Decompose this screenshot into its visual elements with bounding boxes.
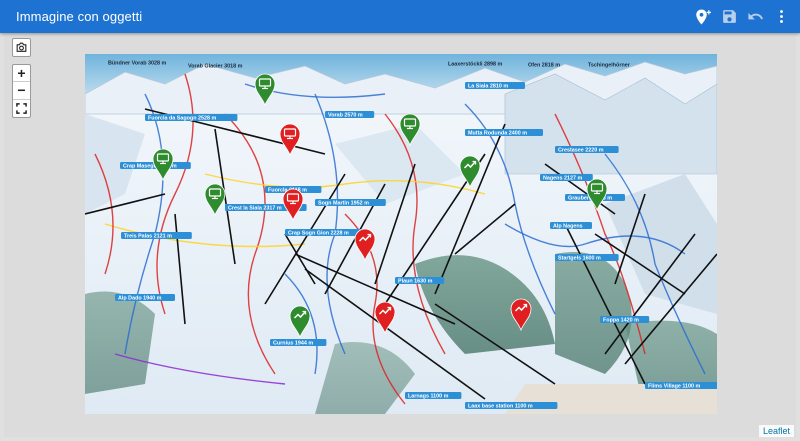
- more-vert-icon[interactable]: [770, 6, 792, 28]
- map-label: Plaun 1630 m: [395, 277, 445, 285]
- map-label: Fuorcla da Sagogn 2528 m: [145, 114, 238, 122]
- app-bar: Immagine con oggetti: [0, 0, 800, 33]
- svg-text:Crest la Siala 2317 m: Crest la Siala 2317 m: [228, 206, 282, 212]
- svg-text:Treis Palas 2121 m: Treis Palas 2121 m: [124, 234, 172, 240]
- undo-icon[interactable]: [744, 6, 766, 28]
- svg-text:Plaun 1630 m: Plaun 1630 m: [398, 279, 433, 285]
- svg-text:Larnags 1100 m: Larnags 1100 m: [408, 394, 449, 400]
- map-label: Laaxerstöckli 2898 m: [448, 62, 502, 68]
- map-label: Curnius 1944 m: [270, 339, 327, 347]
- svg-text:Fuorcla da Sagogn 2528 m: Fuorcla da Sagogn 2528 m: [148, 116, 217, 122]
- map-attribution[interactable]: Leaflet: [758, 425, 794, 437]
- save-icon[interactable]: [718, 6, 740, 28]
- map-label: Crestasee 2220 m: [555, 146, 619, 154]
- add-location-icon[interactable]: [692, 6, 714, 28]
- fullscreen-icon: [16, 102, 27, 114]
- svg-text:Curnius 1944 m: Curnius 1944 m: [273, 341, 313, 347]
- map-label: Alp Nagens: [550, 222, 592, 230]
- map-label: Ofen 2818 m: [528, 63, 560, 69]
- svg-text:Bündner Vorab 3028 m: Bündner Vorab 3028 m: [108, 61, 167, 67]
- map-label: Mutta Rodunda 2400 m: [465, 129, 543, 137]
- svg-text:Ofen 2818 m: Ofen 2818 m: [528, 63, 560, 69]
- map-label: Foppa 1420 m: [600, 316, 650, 324]
- zoom-out-button[interactable]: −: [13, 82, 30, 100]
- svg-text:Crap Sogn Gion 2228 m: Crap Sogn Gion 2228 m: [288, 231, 349, 237]
- svg-text:Startgels 1600 m: Startgels 1600 m: [558, 256, 601, 262]
- svg-text:Foppa 1420 m: Foppa 1420 m: [603, 318, 639, 324]
- svg-text:Tschingelhörner: Tschingelhörner: [588, 63, 631, 69]
- ski-map-illustration: Bündner Vorab 3028 m Vorab Glacier 3018 m…: [85, 54, 717, 414]
- map-label: La Siala 2810 m: [465, 82, 525, 90]
- svg-text:La Siala 2810 m: La Siala 2810 m: [468, 84, 508, 90]
- fullscreen-button[interactable]: [13, 100, 30, 117]
- map-label: Crap Sogn Gion 2228 m: [285, 229, 367, 237]
- map-label: Treis Palas 2121 m: [121, 232, 192, 240]
- svg-text:Crestasee 2220 m: Crestasee 2220 m: [558, 148, 604, 154]
- map-label: Flims Village 1100 m: [645, 382, 717, 390]
- camera-icon: [16, 42, 27, 52]
- map-label: Vorab 2570 m: [325, 111, 375, 119]
- svg-text:Mutta Rodunda 2400 m: Mutta Rodunda 2400 m: [468, 131, 527, 137]
- map-label: Startgels 1600 m: [555, 254, 619, 262]
- svg-text:Laax base station 1100 m: Laax base station 1100 m: [468, 404, 533, 410]
- zoom-in-button[interactable]: +: [13, 65, 30, 83]
- svg-text:Alp Dado 1940 m: Alp Dado 1940 m: [118, 296, 162, 302]
- zoom-control: + −: [12, 64, 31, 118]
- toolbar-actions: [692, 6, 792, 28]
- map-label: Bündner Vorab 3028 m: [108, 61, 167, 67]
- svg-text:Vorab 2570 m: Vorab 2570 m: [328, 113, 363, 119]
- screenshot-button[interactable]: [12, 38, 31, 57]
- map-label: Laax base station 1100 m: [465, 402, 558, 410]
- map-label: Alp Dado 1940 m: [115, 294, 175, 302]
- svg-text:Alp Nagens: Alp Nagens: [553, 224, 583, 230]
- ski-map-image[interactable]: Bündner Vorab 3028 m Vorab Glacier 3018 m…: [85, 54, 717, 414]
- map-label: Tschingelhörner: [588, 63, 631, 69]
- svg-text:Vorab Glacier 3018 m: Vorab Glacier 3018 m: [188, 64, 243, 70]
- page-title: Immagine con oggetti: [16, 9, 143, 24]
- svg-text:Flims Village 1100 m: Flims Village 1100 m: [648, 384, 701, 390]
- map-label: Nagens 2127 m: [540, 174, 593, 182]
- svg-text:Sogn Martin 1952 m: Sogn Martin 1952 m: [318, 201, 369, 207]
- map-label: Vorab Glacier 3018 m: [188, 64, 243, 70]
- map-label: Larnags 1100 m: [405, 392, 462, 400]
- svg-text:Laaxerstöckli 2898 m: Laaxerstöckli 2898 m: [448, 62, 502, 68]
- map-label: Sogn Martin 1952 m: [315, 199, 386, 207]
- svg-text:Nagens 2127 m: Nagens 2127 m: [543, 176, 582, 182]
- map-container[interactable]: + − Bündner Vorab 3028 m Vorab Glacier 3…: [4, 33, 796, 437]
